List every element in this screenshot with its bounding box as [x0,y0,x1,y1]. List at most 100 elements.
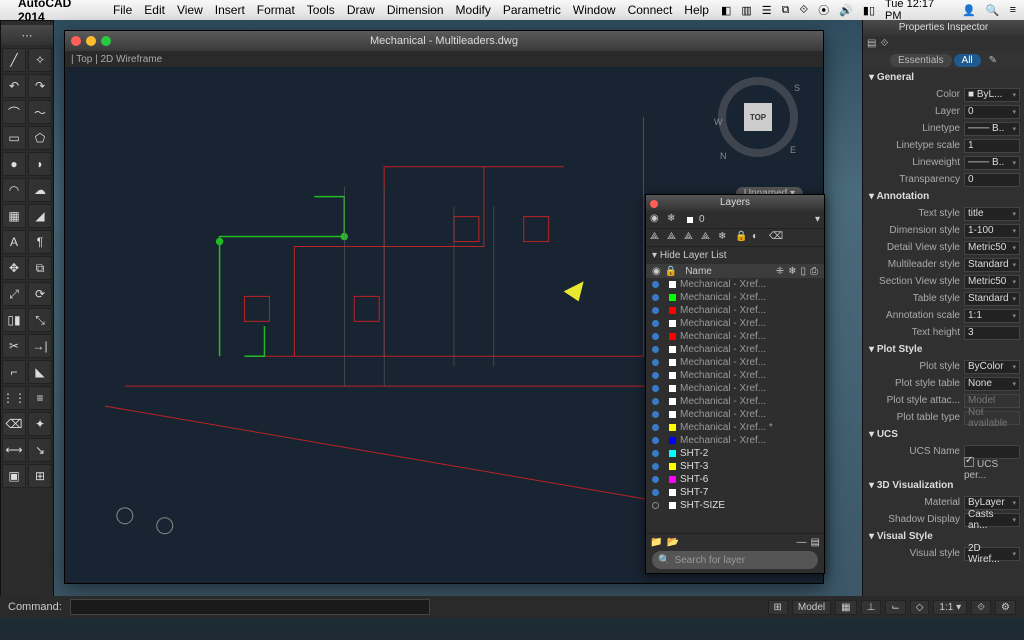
menu-view[interactable]: View [177,3,203,17]
new-group-icon[interactable]: 📂 [666,537,678,548]
undo-tool[interactable]: ↶ [2,74,26,98]
viewcube[interactable]: TOP S E W N [718,77,798,157]
circle-tool[interactable]: ● [2,152,26,176]
layer-row[interactable]: Mechanical - Xref... [646,317,824,330]
tab-essentials[interactable]: Essentials [890,54,952,67]
status-grid[interactable]: ▦ [835,600,856,615]
line-tool[interactable]: ╱ [2,48,26,72]
section-annotation[interactable]: ▾ Annotation [863,188,1024,205]
section-general[interactable]: ▾ General [863,69,1024,86]
layer-freeze-icon[interactable]: ❄ [718,231,732,245]
name-header[interactable]: Name [685,266,772,277]
erase-tool[interactable]: ⌫ [2,412,26,436]
command-input[interactable] [70,599,430,615]
extend-tool[interactable]: →| [28,334,52,358]
bluetooth-icon[interactable]: ⧉ [782,4,790,17]
volume-icon[interactable]: 🔊 [839,4,853,17]
layer-filter-icon[interactable]: ⟁ [701,231,715,245]
array-tool[interactable]: ⋮⋮ [2,386,26,410]
settings-icon[interactable]: ▤ [811,537,820,548]
transparency-input[interactable]: 0 [964,173,1020,187]
menu-draw[interactable]: Draw [347,3,375,17]
dimstyle-select[interactable]: 1-100▾ [964,224,1020,238]
menu-connect[interactable]: Connect [628,3,673,17]
close-icon[interactable] [71,36,81,46]
status-model-tab[interactable]: Model [792,600,831,615]
layer-delete-icon[interactable]: ⌫ [769,231,783,245]
layer-row[interactable]: Mechanical - Xref... [646,369,824,382]
layer-row[interactable]: SHT-7 [646,486,824,499]
edit-icon[interactable]: ✎ [989,55,997,66]
layer-iso-icon[interactable]: ⟁ [667,231,681,245]
text-tool[interactable]: A [2,230,26,254]
ucs-per-checkbox[interactable] [964,457,974,467]
layers-panel-title[interactable]: Layers [646,195,824,211]
trim-tool[interactable]: ✂ [2,334,26,358]
visualstyle-select[interactable]: 2D Wiref...▾ [964,547,1020,561]
section-plotstyle[interactable]: ▾ Plot Style [863,341,1024,358]
menu-insert[interactable]: Insert [215,3,245,17]
layer-row[interactable]: Mechanical - Xref... [646,278,824,291]
viewcube-face[interactable]: TOP [744,103,772,131]
window-titlebar[interactable]: Mechanical - Multileaders.dwg [65,31,823,51]
lock-icon[interactable]: 🔒 [665,266,677,277]
battery-icon[interactable]: ▮▯ [863,4,875,17]
layer-search[interactable]: 🔍 Search for layer [652,551,818,569]
scale-tool[interactable]: ⤡ [28,308,52,332]
layer-row[interactable]: Mechanical - Xref... [646,304,824,317]
layer-list[interactable]: Mechanical - Xref...Mechanical - Xref...… [646,278,824,512]
menuextra-icon[interactable]: ◧ [721,4,731,17]
quick-select-icon[interactable]: ⟐ [880,38,888,49]
offset-tool[interactable]: ≡ [28,386,52,410]
dimension-tool[interactable]: ⟷ [2,438,26,462]
ellipse-tool[interactable]: ◗ [28,152,52,176]
folder-icon[interactable]: 📁 [650,537,662,548]
mtext-tool[interactable]: ¶ [28,230,52,254]
menu-window[interactable]: Window [573,3,616,17]
palette-grip[interactable]: ⋯ [1,25,53,45]
revcloud-tool[interactable]: ☁ [28,178,52,202]
tab-all[interactable]: All [954,54,981,67]
layer-state-icon[interactable]: ⟁ [650,231,664,245]
insert-tool[interactable]: ⊞ [28,464,52,488]
linetype-select[interactable]: ─── B..▾ [964,122,1020,136]
minus-icon[interactable]: — [797,537,807,548]
menuextra-icon[interactable]: ▥ [741,4,751,17]
chamfer-tool[interactable]: ◣ [28,360,52,384]
object-icon[interactable]: ▤ [867,38,876,49]
layer-row[interactable]: Mechanical - Xref... [646,330,824,343]
section-ucs[interactable]: ▾ UCS [863,426,1024,443]
menuextra-icon[interactable]: ☰ [762,4,772,17]
menuextra-icon[interactable]: ⟐ [800,4,809,17]
viewport-label[interactable]: | Top | 2D Wireframe [65,51,823,67]
sectionview-select[interactable]: Metric50▾ [964,275,1020,289]
plotstyle-select[interactable]: ByColor▾ [964,360,1020,374]
material-select[interactable]: ByLayer▾ [964,496,1020,510]
tablestyle-select[interactable]: Standard▾ [964,292,1020,306]
chevron-down-icon[interactable]: ▾ [815,214,820,225]
eye-icon[interactable]: ◉ [652,266,661,277]
layer-lock-icon[interactable]: 🔒 [735,231,749,245]
explode-tool[interactable]: ✦ [28,412,52,436]
layer-row[interactable]: SHT-3 [646,460,824,473]
layer-row[interactable]: Mechanical - Xref... [646,382,824,395]
annoscale-select[interactable]: 1:1▾ [964,309,1020,323]
menu-dimension[interactable]: Dimension [387,3,444,17]
spline-tool[interactable]: ～ [28,100,52,124]
layer-color-swatch[interactable] [687,217,693,223]
menu-format[interactable]: Format [257,3,295,17]
layer-row[interactable]: SHT-SIZE [646,499,824,512]
clock[interactable]: Tue 12:17 PM [885,0,952,22]
layer-row[interactable]: Mechanical - Xref... [646,291,824,304]
menu-modify[interactable]: Modify [456,3,491,17]
rotate-tool[interactable]: ⟳ [28,282,52,306]
layer-row[interactable]: Mechanical - Xref... [646,343,824,356]
layer-filter-icon[interactable]: ⟁ [684,231,698,245]
detailview-select[interactable]: Metric50▾ [964,241,1020,255]
move-tool[interactable]: ✥ [2,256,26,280]
properties-title[interactable]: Properties Inspector [863,20,1024,36]
rectangle-tool[interactable]: ▭ [2,126,26,150]
status-osnap[interactable]: ◇ [910,600,930,615]
status-settings[interactable]: ⚙ [995,600,1016,615]
layer-row[interactable]: Mechanical - Xref... [646,356,824,369]
